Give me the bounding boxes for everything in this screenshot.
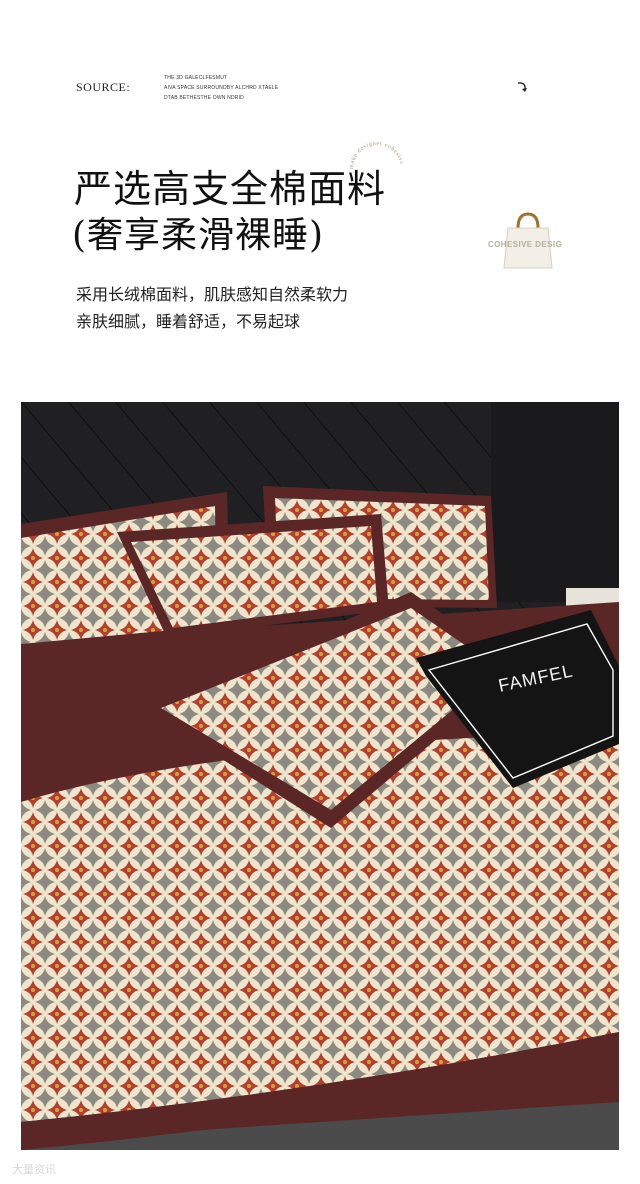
source-label: SOURCE: [76, 80, 131, 94]
designer-ring-badge: make designer cohesive [349, 141, 405, 169]
wall-panel [491, 402, 619, 602]
source-caption: THE 3D GALECLFESMUT AIVA SPACE SURROUNDB… [164, 73, 278, 103]
source-line-2: AIVA SPACE SURROUNDBY ALCHRD XTAELE [164, 85, 279, 91]
source-line-1: THE 3D GALECLFESMUT [164, 75, 228, 81]
curved-arrow-icon [516, 80, 530, 97]
svg-text:make designer cohesive: make designer cohesive [349, 141, 405, 169]
watermark: 大量资讯 [12, 1164, 56, 1176]
bedding-photo: FAMFEL [21, 402, 619, 1150]
description-line-2: 亲肤细腻，睡着舒适，不易起球 [76, 312, 301, 331]
description-line-1: 采用长绒棉面料，肌肤感知自然柔软力 [76, 285, 349, 304]
bag-caption: COHESIVE DESIG [488, 240, 563, 249]
page-title: 严选高支全棉面料 [74, 167, 387, 211]
page-subtitle: (奢享柔滑裸睡) [72, 215, 325, 256]
ring-text: make designer cohesive [349, 141, 404, 169]
source-line-3: DTAB BETHESTHE OWN NDRID [164, 95, 244, 101]
